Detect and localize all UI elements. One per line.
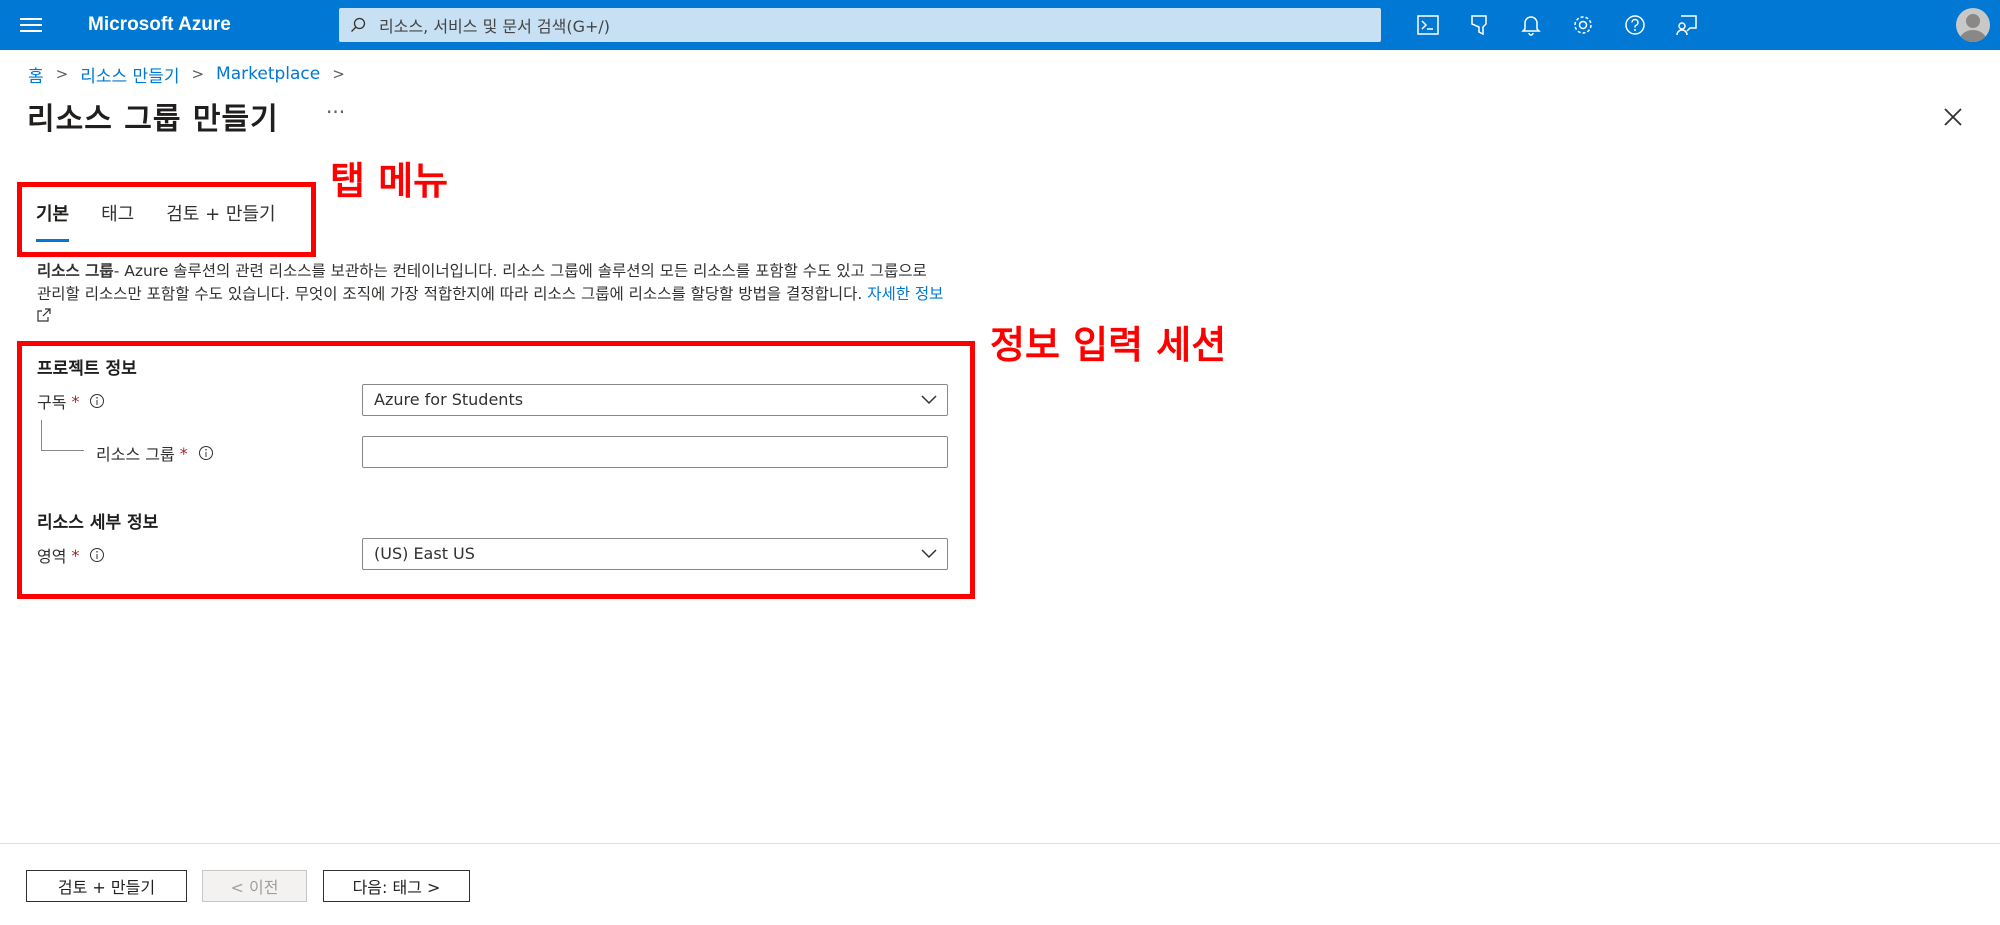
brand-title[interactable]: Microsoft Azure (88, 0, 231, 50)
breadcrumb: 홈 > 리소스 만들기 > Marketplace > (28, 60, 357, 88)
close-icon[interactable] (1942, 106, 1964, 128)
top-navigation-bar: Microsoft Azure (0, 0, 2000, 50)
chevron-right-icon: > (55, 65, 69, 83)
user-avatar[interactable] (1956, 8, 1990, 42)
breadcrumb-create-resource[interactable]: 리소스 만들기 (80, 62, 179, 87)
chevron-right-icon: > (191, 65, 205, 83)
chevron-right-icon: > (332, 65, 345, 83)
more-options-button[interactable]: ··· (326, 100, 345, 124)
next-tags-button[interactable]: 다음: 태그 > (323, 870, 470, 902)
search-input[interactable] (377, 8, 1371, 44)
settings-icon[interactable] (1568, 10, 1598, 40)
search-icon (351, 17, 366, 32)
previous-button[interactable]: < 이전 (202, 870, 307, 902)
breadcrumb-marketplace[interactable]: Marketplace (216, 64, 320, 84)
input-section-highlight (17, 341, 975, 599)
description-bold: 리소스 그룹 (37, 262, 114, 280)
cloud-shell-icon[interactable] (1413, 10, 1443, 40)
directory-filter-icon[interactable] (1465, 10, 1495, 40)
page-title: 리소스 그룹 만들기 (27, 102, 279, 137)
footer-divider (0, 843, 2000, 844)
tab-menu-annotation: 탭 메뉴 (330, 159, 449, 203)
external-link-icon (37, 308, 51, 322)
input-section-annotation: 정보 입력 세션 (990, 323, 1227, 367)
feedback-icon[interactable] (1672, 10, 1702, 40)
description: 리소스 그룹- Azure 솔루션의 관련 리소스를 보관하는 컨테이너입니다.… (37, 260, 945, 329)
help-icon[interactable] (1620, 10, 1650, 40)
breadcrumb-home[interactable]: 홈 (28, 62, 44, 87)
menu-icon[interactable] (20, 14, 42, 36)
global-search[interactable] (339, 8, 1381, 44)
notifications-icon[interactable] (1516, 10, 1546, 40)
user-icon (1959, 14, 1987, 42)
review-create-button[interactable]: 검토 + 만들기 (26, 870, 187, 902)
description-text: - Azure 솔루션의 관련 리소스를 보관하는 컨테이너입니다. 리소스 그… (37, 262, 927, 303)
tab-menu-highlight (17, 182, 316, 257)
